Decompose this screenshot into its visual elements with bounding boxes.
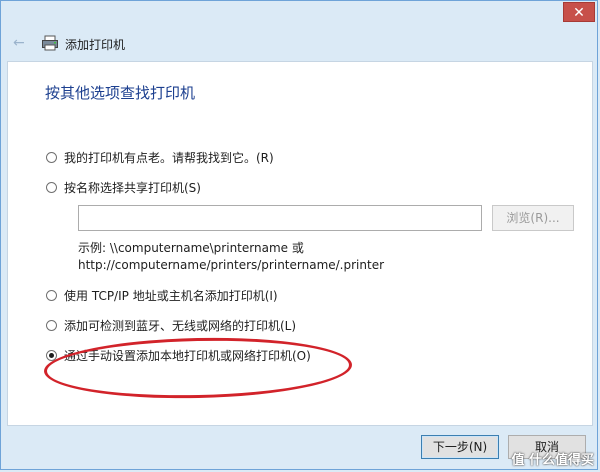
nav-title: 添加打印机 [65, 38, 126, 52]
example-text: 示例: \\computername\printername 或 http://… [78, 240, 384, 274]
option-label: 我的打印机有点老。请帮我找到它。(R) [64, 150, 274, 165]
example-line-1: 示例: \\computername\printername 或 [78, 241, 304, 255]
close-button[interactable]: ✕ [563, 2, 595, 22]
radio-button[interactable] [46, 319, 57, 331]
content-panel: 按其他选项查找打印机 我的打印机有点老。请帮我找到它。(R) 按名称选择共享打印… [7, 61, 593, 426]
red-highlight-ellipse [43, 334, 353, 402]
option-label: 通过手动设置添加本地打印机或网络打印机(O) [64, 348, 311, 363]
option-old-printer[interactable]: 我的打印机有点老。请帮我找到它。(R) [46, 148, 274, 166]
option-manual-local[interactable]: 通过手动设置添加本地打印机或网络打印机(O) [46, 346, 311, 364]
title-bar: ✕ [1, 1, 597, 27]
nav-bar: ← 添加打印机 [1, 27, 597, 59]
footer-bar: 下一步(N) 取消 [1, 427, 597, 471]
option-label: 添加可检测到蓝牙、无线或网络的打印机(L) [64, 318, 297, 333]
watermark-logo: 值 什么值得买 [511, 453, 594, 468]
radio-button[interactable] [46, 151, 57, 163]
example-line-2: http://computername/printers/printername… [78, 258, 385, 272]
radio-button[interactable] [46, 289, 57, 301]
radio-button[interactable] [46, 181, 57, 193]
printer-icon [42, 35, 58, 51]
browse-button[interactable]: 浏览(R)... [492, 205, 574, 231]
option-bluetooth-wireless[interactable]: 添加可检测到蓝牙、无线或网络的打印机(L) [46, 316, 296, 334]
option-label: 使用 TCP/IP 地址或主机名添加打印机(I) [64, 288, 278, 303]
page-heading: 按其他选项查找打印机 [45, 84, 196, 102]
option-shared-printer[interactable]: 按名称选择共享打印机(S) [46, 178, 201, 196]
option-label: 按名称选择共享打印机(S) [64, 180, 201, 195]
back-arrow-icon[interactable]: ← [13, 35, 29, 51]
option-tcpip[interactable]: 使用 TCP/IP 地址或主机名添加打印机(I) [46, 286, 278, 304]
add-printer-window: ✕ ← 添加打印机 按其他选项查找打印机 我的打印机有点老。请帮我找到它。(R)… [0, 0, 598, 470]
shared-printer-name-input[interactable] [78, 205, 482, 231]
radio-button-checked[interactable] [46, 349, 57, 361]
next-button[interactable]: 下一步(N) [421, 435, 499, 459]
